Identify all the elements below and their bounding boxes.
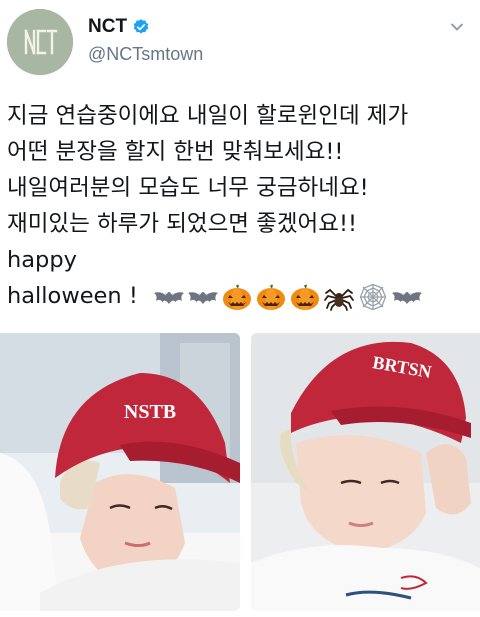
bat-icon xyxy=(188,291,218,304)
avatar[interactable] xyxy=(7,9,73,75)
verified-badge-icon xyxy=(133,19,149,34)
media-grid: NSTB BRTSN xyxy=(0,333,480,611)
tweet-line: 내일여러분의 모습도 너무 궁금하네요! xyxy=(7,175,369,201)
bat-icon xyxy=(154,291,184,304)
name-row: NCT xyxy=(88,16,150,38)
bat-icon xyxy=(392,291,422,304)
tweet-line: 재미있는 하루가 되었으면 좋겠어요!! xyxy=(7,211,357,237)
emoji-row xyxy=(153,283,423,311)
tweet-card: NCT @NCTsmtown 지금 연습중이에요 내일이 할로윈인데 제가 어떤… xyxy=(0,0,480,617)
selfie-photo-left: NSTB xyxy=(0,333,240,611)
tweet-line-last: halloween ! xyxy=(7,278,479,314)
tweet-line: 어떤 분장을 할지 한번 맞춰보세요!! xyxy=(7,139,344,165)
pumpkin-icon xyxy=(291,284,319,310)
display-name[interactable]: NCT xyxy=(88,16,127,38)
photo-right[interactable]: BRTSN xyxy=(251,333,480,611)
selfie-photo-right: BRTSN xyxy=(251,333,480,611)
tweet-text: 지금 연습중이에요 내일이 할로윈인데 제가 어떤 분장을 할지 한번 맞춰보세… xyxy=(7,98,479,314)
chevron-down-icon[interactable] xyxy=(450,20,464,34)
nct-logo-icon xyxy=(7,9,73,75)
pumpkin-icon xyxy=(223,284,251,310)
tweet-header: NCT @NCTsmtown xyxy=(0,0,480,90)
pumpkin-icon xyxy=(257,284,285,310)
spider-icon xyxy=(324,288,354,311)
tweet-line: happy xyxy=(7,247,77,273)
user-handle[interactable]: @NCTsmtown xyxy=(88,44,203,65)
tweet-line: halloween ! xyxy=(7,283,138,309)
tweet-line: 지금 연습중이에요 내일이 할로윈인데 제가 xyxy=(7,103,409,129)
cap-text: NSTB xyxy=(124,401,176,423)
spiderweb-icon xyxy=(359,283,387,310)
photo-left[interactable]: NSTB xyxy=(0,333,240,611)
